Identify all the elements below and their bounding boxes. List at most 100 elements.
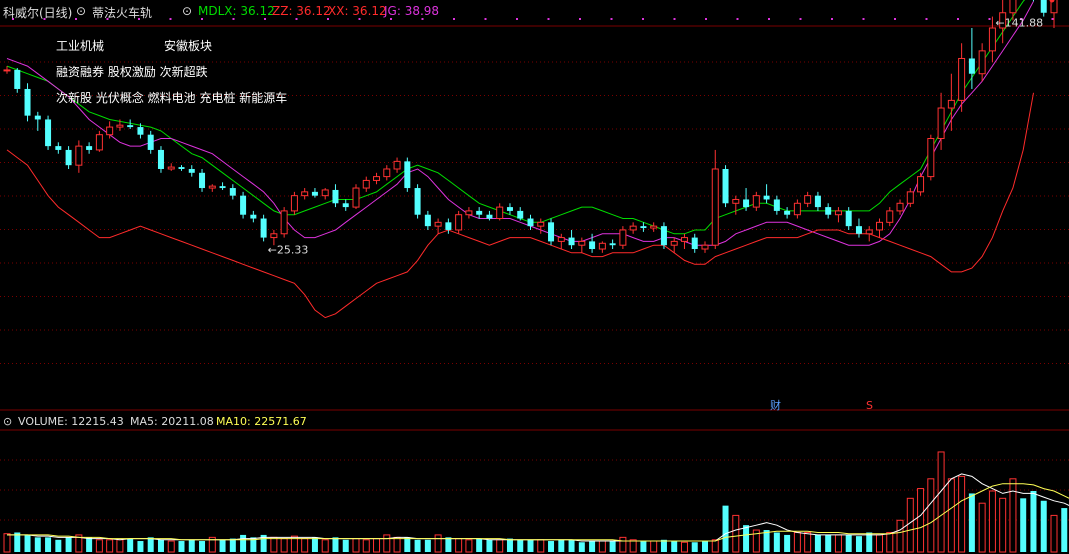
candle-body-up [711, 168, 719, 246]
candle-body-up [958, 57, 966, 101]
top-dot-marker [421, 18, 424, 20]
volume-bar-down [1030, 491, 1037, 552]
volume-bar-up [876, 534, 883, 553]
candle-body-up [106, 126, 114, 136]
candle-body-up [680, 237, 688, 242]
top-dot-marker [988, 18, 991, 20]
volume-bar-down [671, 541, 678, 552]
volume-toggle-icon[interactable]: ⊙ [3, 415, 12, 428]
xx-value: XX: 36.12 [328, 4, 387, 18]
top-dot-marker [705, 18, 707, 20]
volume-bar-down [1020, 498, 1027, 552]
top-dot-marker [736, 18, 739, 20]
zz-value: ZZ: 36.12 [272, 4, 331, 18]
top-dot-marker [453, 18, 455, 20]
volume-bar-up [537, 539, 545, 553]
volume-bar-down [968, 493, 975, 552]
top-dot-marker [390, 18, 392, 20]
volume-bar-down [311, 537, 318, 552]
candle-body-up [619, 229, 627, 246]
volume-bar-down [86, 537, 93, 552]
stock-title: 科威尔(日线) [3, 6, 73, 20]
finance-report-marker: 财 [770, 398, 781, 412]
candle-body-down [506, 207, 513, 211]
candle-body-down [527, 218, 534, 227]
candle-body-down [743, 199, 750, 208]
candle-body-down [229, 188, 236, 196]
mdlx-value: MDLX: 36.12 [198, 4, 275, 18]
volume-bar-up [352, 538, 360, 553]
volume-bar-up [3, 533, 11, 553]
candle-body-down [157, 149, 164, 169]
candle-body-down [188, 168, 195, 173]
volume-bar-down [219, 539, 226, 552]
top-dot-marker [358, 18, 361, 20]
candle-body-up [947, 99, 955, 109]
candle-body-up [917, 176, 925, 193]
candle-body-down [147, 134, 154, 150]
volume-bar-down [55, 539, 62, 552]
volume-bars [3, 451, 1068, 553]
volume-bar-up [947, 478, 955, 553]
concept-industry: 工业机械 [56, 39, 105, 53]
volume-bar-up [650, 540, 658, 553]
candle-body-up [752, 195, 760, 208]
candle-body-down [250, 214, 257, 219]
volume-bar-up [804, 531, 812, 553]
top-dot-marker [831, 18, 833, 20]
top-dot-marker [516, 18, 518, 20]
top-dot-marker [327, 18, 329, 20]
candle-body-down [825, 207, 832, 215]
candle-body-down [24, 88, 31, 116]
volume-bar-up [373, 538, 381, 553]
volume-bar-down [825, 534, 832, 552]
top-dot-marker [894, 18, 896, 20]
candle-body-up [496, 206, 504, 220]
candle-body-down [476, 210, 483, 215]
candle-body-down [640, 226, 647, 229]
top-dot-marker [232, 18, 235, 20]
top-dot-marker [642, 18, 644, 20]
candle-body-up [670, 240, 678, 246]
indicator-toggle-icon[interactable]: ⊙ [182, 4, 192, 18]
candle-body-up [280, 210, 288, 235]
chart-canvas[interactable]: ←141.88 ←25.33 财 S [0, 0, 1069, 554]
volume-bar-down [34, 537, 41, 552]
candle-body-down [548, 222, 555, 242]
top-dot-marker [547, 18, 550, 20]
volume-bar-up [896, 519, 904, 553]
volume-bar-up [793, 531, 801, 553]
volume-bar-down [527, 539, 534, 552]
candle-body-down [260, 218, 267, 238]
candle-body-up [578, 240, 586, 246]
top-dot-marker [295, 18, 298, 20]
candle-body-down [568, 237, 575, 246]
volume-bar-down [855, 536, 862, 552]
candle-body-down [45, 119, 52, 147]
candle-body-up [865, 229, 873, 235]
candle-body-up [978, 50, 986, 75]
volume-bar-down [137, 541, 144, 552]
candle-body-up [834, 210, 842, 216]
top-dot-marker [610, 18, 613, 20]
volume-bar-down [414, 539, 421, 552]
volume-bar-down [702, 541, 708, 552]
volume-bar-down [578, 542, 585, 552]
volume-bar-down [866, 532, 873, 552]
volume-bar-up [496, 539, 504, 553]
volume-bar-down [763, 530, 770, 552]
volume-bar-down [722, 505, 729, 552]
volume-bar-up [927, 478, 935, 553]
candle-body-down [784, 210, 791, 215]
candle-body-up [876, 221, 883, 231]
candlestick-series [3, 0, 1058, 253]
volume-bar-up [270, 536, 278, 553]
top-dot-marker [862, 18, 865, 20]
volume-bar-up [280, 538, 288, 553]
volume-bar-up [906, 497, 914, 553]
volume-bar-up [116, 539, 124, 553]
volume-bar-down [424, 539, 431, 552]
candle-body-up [557, 237, 565, 242]
candle-body-down [332, 189, 339, 204]
candle-body-up [321, 189, 329, 197]
